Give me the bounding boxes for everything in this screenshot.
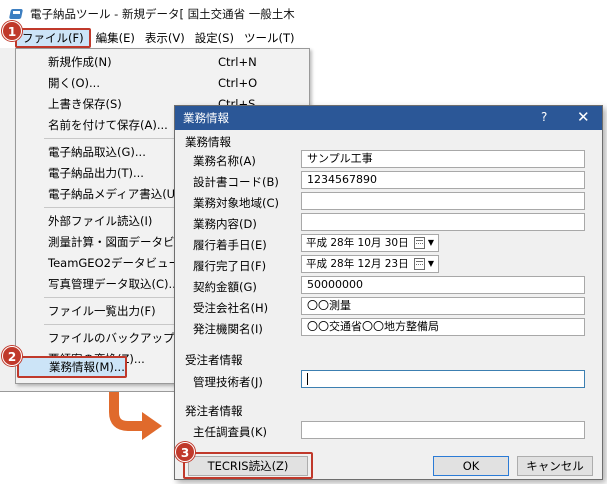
close-icon[interactable]: ✕ [577,108,590,126]
business-content-input[interactable] [301,213,585,231]
step-badge-3: 3 [175,442,195,462]
menu-view[interactable]: 表示(V) [140,28,190,48]
menu-item-label: 電子納品取込(G)... [48,145,146,159]
design-code-input[interactable]: 1234567890 [301,171,585,189]
label-start-date: 履行着手日(E) [193,238,267,252]
section-business-info: 業務情報 [185,135,231,149]
inspector-input[interactable] [301,421,585,439]
label-end-date: 履行完了日(F) [193,259,267,273]
flow-arrow-icon [109,392,162,440]
label-contractor-name: 受注会社名(H) [193,301,269,315]
menu-item-label: ファイル一覧出力(F) [48,304,156,318]
app-titlebar: 電子納品ツール - 新規データ[ 国土交通省 一般土木 [0,0,310,28]
calendar-icon[interactable] [414,237,425,249]
menu-item-shortcut: Ctrl+O [218,76,258,90]
menu-item-label: 開く(O)... [48,76,100,90]
menu-settings[interactable]: 設定(S) [190,28,239,48]
menu-item-label: 名前を付けて保存(A)... [48,118,168,132]
menu-item-label: 新規作成(N) [48,55,112,69]
menu-edit[interactable]: 編集(E) [91,28,140,48]
label-business-name: 業務名称(A) [193,154,256,168]
orderer-name-input[interactable]: 〇〇交通省〇〇地方整備局 [301,318,585,336]
app-title: 電子納品ツール - 新規データ[ 国土交通省 一般土木 [30,7,295,21]
label-orderer-name: 発注機関名(I) [193,322,263,336]
menu-item-shortcut: Ctrl+N [218,55,257,69]
label-inspector: 主任調査員(K) [193,425,268,439]
menu-item-label: 業務情報(M)... [49,360,125,374]
section-orderer-info: 発注者情報 [185,404,243,418]
app-icon [8,6,24,22]
help-icon[interactable]: ? [541,110,547,124]
label-manager: 管理技術者(J) [193,375,263,389]
manager-input[interactable] [301,370,585,388]
chevron-down-icon[interactable]: ▼ [426,257,436,271]
end-date-value: 平成 28年 12月 23日 [306,258,409,270]
menu-tools[interactable]: ツール(T) [239,28,300,48]
menu-item-label: 上書き保存(S) [48,97,122,111]
menubar: ファイル(F) 編集(E) 表示(V) 設定(S) ツール(T) [0,28,310,48]
contractor-name-input[interactable]: 〇〇測量 [301,297,585,315]
menu-item-label: 写真管理データ取込(C)... [48,277,180,291]
calendar-icon[interactable] [414,258,425,270]
step-badge-2: 2 [2,346,22,366]
menu-item-business-info[interactable]: 業務情報(M)... [17,356,127,378]
menu-file[interactable]: ファイル(F) [15,28,91,48]
menu-item-open[interactable]: 開く(O)... Ctrl+O [16,72,309,94]
menu-item-label: 外部ファイル読込(I) [48,214,153,228]
text-caret [307,373,308,385]
business-name-input[interactable]: サンプル工事 [301,150,585,168]
end-date-picker[interactable]: 平成 28年 12月 23日 ▼ [301,255,439,273]
start-date-picker[interactable]: 平成 28年 10月 30日 ▼ [301,234,439,252]
target-area-input[interactable] [301,192,585,210]
dialog-titlebar: 業務情報 ? ✕ [175,106,602,130]
section-contractor-info: 受注者情報 [185,353,243,367]
start-date-value: 平成 28年 10月 30日 [306,237,409,249]
step-badge-1: 1 [2,21,22,41]
menu-item-label: 電子納品出力(T)... [48,166,144,180]
cancel-button[interactable]: キャンセル [517,456,593,476]
business-info-dialog: 業務情報 ? ✕ 業務情報 業務名称(A) サンプル工事 設計書コード(B) 1… [174,105,603,480]
ok-button[interactable]: OK [433,456,509,476]
dialog-title: 業務情報 [183,111,229,125]
label-design-code: 設計書コード(B) [193,175,279,189]
menu-item-new[interactable]: 新規作成(N) Ctrl+N [16,51,309,73]
label-target-area: 業務対象地域(C) [193,196,280,210]
tecris-import-button[interactable]: TECRIS読込(Z) [188,456,308,476]
label-contract-amount: 契約金額(G) [193,280,257,294]
chevron-down-icon[interactable]: ▼ [426,236,436,250]
label-business-content: 業務内容(D) [193,217,257,231]
contract-amount-input[interactable]: 50000000 [301,276,585,294]
menu-item-label: 電子納品メディア書込(U)... [48,187,191,201]
